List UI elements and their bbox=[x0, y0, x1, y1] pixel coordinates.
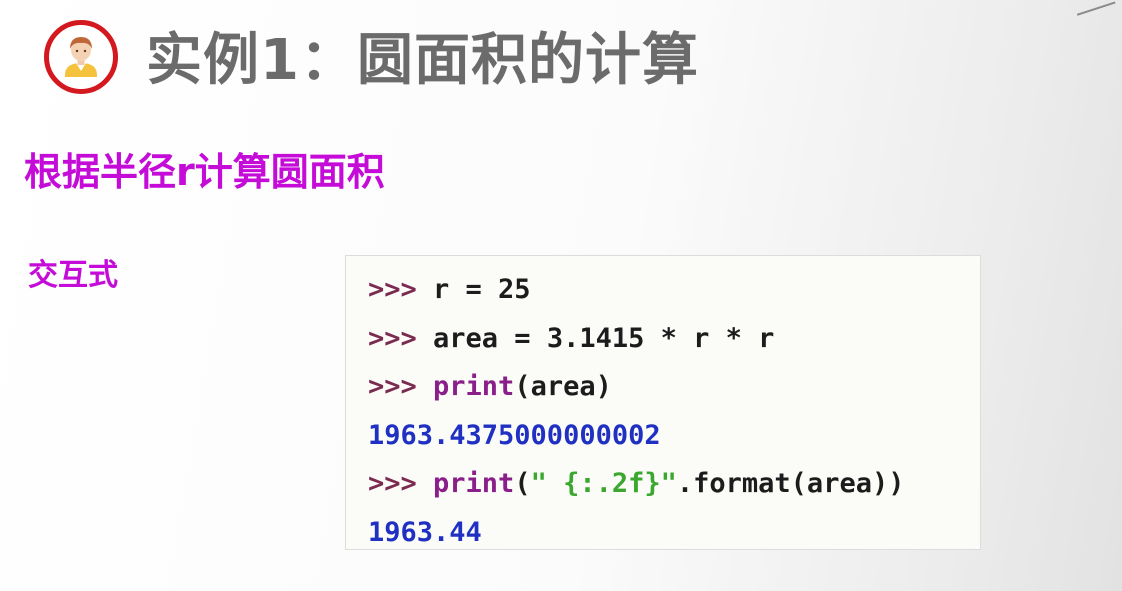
code-token-func: print bbox=[433, 468, 515, 500]
code-token-func: print bbox=[433, 371, 515, 403]
code-token-plain: .format(area)) bbox=[676, 468, 905, 500]
mode-label: 交互式 bbox=[28, 258, 118, 293]
code-input-line: >>> print(area) bbox=[368, 363, 980, 412]
code-block: >>> r = 25 >>> area = 3.1415 * r * r >>> p… bbox=[345, 255, 981, 550]
code-token-prompt: >>> bbox=[368, 371, 434, 403]
code-output-line: 1963.4375000000002 bbox=[368, 412, 980, 461]
code-input-line: >>> r = 25 bbox=[368, 266, 980, 315]
code-token-output: 1963.4375000000002 bbox=[368, 419, 661, 451]
code-token-plain: (area) bbox=[514, 371, 612, 403]
code-token-plain: r = 25 bbox=[433, 274, 531, 305]
code-token-plain: area = 3.1415 * r * r bbox=[433, 322, 775, 354]
slide-subtitle: 根据半径r计算圆面积 bbox=[24, 150, 385, 194]
code-input-line: >>> area = 3.1415 * r * r bbox=[368, 315, 980, 364]
code-token-string: " {:.2f}" bbox=[530, 468, 677, 500]
avatar bbox=[44, 20, 118, 94]
code-token-plain: ( bbox=[514, 468, 531, 500]
code-output-line: 1963.44 bbox=[368, 509, 980, 558]
code-token-prompt: >>> bbox=[368, 274, 434, 305]
corner-decoration bbox=[1072, 0, 1116, 16]
code-input-line: >>> print(" {:.2f}".format(area)) bbox=[368, 460, 980, 509]
person-avatar-icon bbox=[65, 37, 97, 77]
code-token-prompt: >>> bbox=[368, 322, 434, 354]
code-token-prompt: >>> bbox=[368, 468, 434, 500]
code-token-output: 1963.44 bbox=[368, 516, 482, 548]
slide-title: 实例1：圆面积的计算 bbox=[146, 28, 699, 93]
